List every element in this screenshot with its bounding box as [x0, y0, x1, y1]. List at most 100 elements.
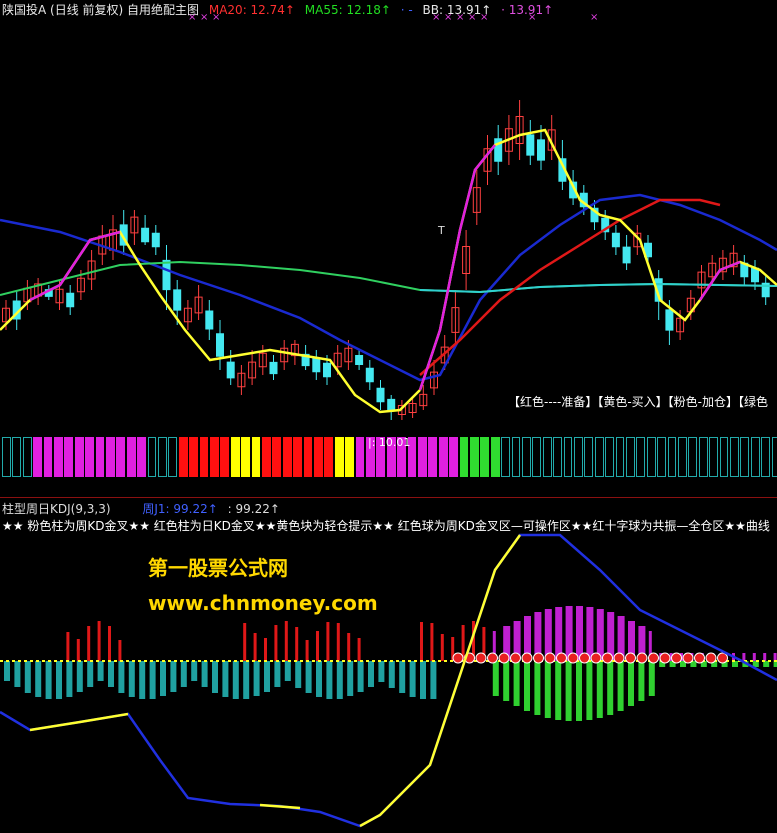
cross-ball — [613, 652, 625, 664]
kdj-bar-down — [544, 661, 551, 718]
kdj-bar-down — [243, 661, 250, 699]
kdj-bar-down — [87, 661, 94, 687]
cross-ball — [498, 652, 510, 664]
kdj-value-1: 周J1: 99.22↑ — [142, 502, 218, 516]
kdj-bar-down — [35, 661, 42, 697]
cross-ball — [671, 652, 682, 664]
kdj-bar-down — [201, 661, 208, 687]
cross-ball — [648, 652, 659, 664]
kdj-bar-down — [326, 661, 333, 699]
kdj-bar-down — [191, 661, 198, 681]
cross-ball — [533, 652, 544, 664]
kdj-bar-up — [586, 607, 594, 661]
kdj-bar-down — [399, 661, 406, 693]
kdj-bar-down — [648, 661, 655, 696]
kdj-bar-up — [440, 634, 444, 661]
cross-ball — [602, 652, 613, 664]
kdj-title: 柱型周日KDJ(9,3,3) — [2, 502, 111, 516]
kdj-bar-down — [420, 661, 426, 699]
kdj-bar-down — [513, 661, 520, 706]
kdj-bar-down — [222, 661, 229, 697]
cross-ball — [590, 652, 602, 664]
cross-ball — [567, 652, 579, 664]
kdj-bar-down — [264, 661, 270, 692]
kdj-header: 柱型周日KDJ(9,3,3) 周J1: 99.22↑ : 99.22↑ — [2, 500, 280, 517]
kdj-bar-down — [378, 661, 385, 682]
kdj-bar-up — [430, 623, 434, 661]
kdj-bar-down — [14, 661, 21, 687]
cross-ball — [694, 652, 705, 664]
kdj-bar-down — [253, 661, 260, 696]
kdj-bar-down — [596, 661, 603, 718]
kdj-bar-up — [118, 640, 122, 661]
kdj-chart[interactable] — [0, 0, 777, 833]
kdj-bar-down — [108, 661, 114, 687]
kdj-bar-down — [97, 661, 104, 681]
kdj-bar-down — [638, 661, 645, 701]
cross-ball — [625, 652, 636, 664]
kdj-bar-up — [264, 638, 267, 661]
kdj-bar-down — [492, 661, 499, 696]
chart-window: { "header": { "title": "陕国投A (日线 前复权) 自用… — [0, 0, 777, 833]
kdj-bar-up — [76, 639, 80, 661]
kdj-bar-down — [24, 661, 31, 693]
cross-ball — [705, 652, 717, 664]
kdj-bar-down — [430, 661, 437, 699]
kdj-bar-up — [420, 622, 423, 661]
kdj-bar-up — [274, 625, 278, 661]
kdj-bar-down — [368, 661, 374, 687]
kdj-bar-down — [180, 661, 187, 687]
kdj-bar-down — [524, 661, 530, 711]
kdj-bar-down — [305, 661, 312, 693]
kdj-bar-down — [534, 661, 541, 715]
kdj-bar-down — [586, 661, 593, 720]
kdj-bar-up — [773, 653, 777, 661]
kdj-bar-down — [128, 661, 135, 697]
kdj-bar-up — [97, 621, 101, 661]
cross-ball — [682, 652, 694, 664]
kdj-bar-up — [243, 623, 247, 661]
kdj-bar-down — [212, 661, 218, 693]
kdj-bar-up — [742, 653, 746, 661]
kdj-bar-up — [66, 632, 70, 661]
kdj-bar-up — [284, 621, 288, 661]
kdj-bar-up — [347, 633, 351, 661]
kdj-bar-up — [763, 653, 767, 661]
kdj-bar-down — [139, 661, 146, 699]
kdj-bar-up — [576, 606, 583, 661]
kdj-bar-down — [617, 661, 624, 711]
kdj-bar-down — [628, 661, 634, 706]
indicator-marquee: ★★ 粉色柱为周KD金叉★★ 红色柱为日KD金叉★★黄色块为轻仓提示★★ 红色球… — [2, 519, 770, 533]
kdj-yellow-seg-2 — [259, 803, 301, 810]
watermark-url: www.chnmoney.com — [148, 591, 378, 615]
kdj-bar-down — [66, 661, 73, 697]
kdj-bar-down — [4, 661, 10, 681]
kdj-bar-down — [409, 661, 416, 697]
kdj-bar-down — [76, 661, 83, 692]
kdj-value-2: : 99.22↑ — [227, 502, 280, 516]
kdj-bar-down — [503, 661, 510, 701]
kdj-bar-up — [336, 623, 340, 661]
cross-ball — [487, 652, 498, 664]
cross-ball — [452, 652, 464, 664]
kdj-bar-up — [295, 627, 299, 661]
kdj-bar-down — [555, 661, 562, 720]
kdj-yellow-seg-1 — [29, 712, 129, 732]
kdj-bar-down — [56, 661, 62, 699]
kdj-bar-up — [87, 626, 91, 661]
kdj-bar-up — [752, 653, 756, 661]
kdj-bar-down — [149, 661, 156, 699]
cross-ball — [579, 652, 590, 664]
cross-ball — [475, 652, 487, 664]
kdj-bar-down — [160, 661, 166, 696]
kdj-bar-down — [118, 661, 125, 693]
kdj-blue-curve — [0, 533, 777, 828]
kdj-bar-down — [388, 661, 395, 688]
kdj-bar-down — [607, 661, 614, 715]
cross-ball — [510, 652, 521, 664]
kdj-bar-down — [232, 661, 239, 699]
kdj-bar-up — [357, 638, 361, 661]
cross-ball — [556, 652, 567, 664]
kdj-bar-up — [305, 640, 309, 661]
kdj-bar-down — [45, 661, 52, 699]
